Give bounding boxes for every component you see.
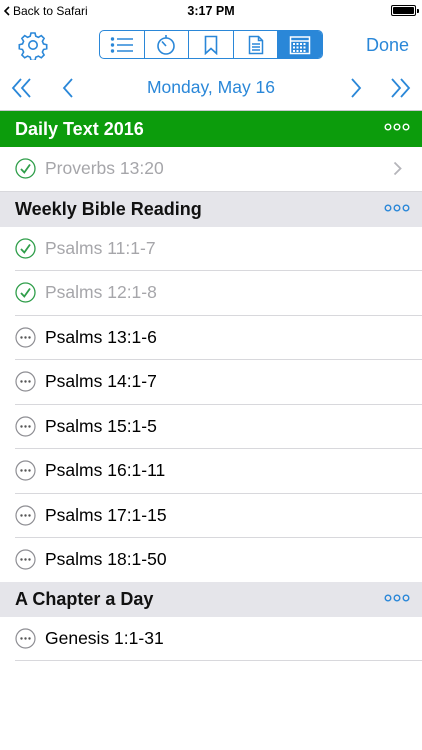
document-icon (248, 35, 263, 54)
pending-dots-icon (15, 460, 36, 481)
segment-list[interactable] (100, 31, 145, 58)
timer-icon (157, 34, 176, 55)
segment-calendar[interactable] (278, 31, 322, 58)
last-page-icon[interactable] (388, 76, 412, 100)
status-time: 3:17 PM (187, 4, 235, 18)
more-options-icon[interactable] (384, 204, 410, 212)
list-item[interactable]: Psalms 18:1-50 (15, 538, 422, 582)
item-label: Genesis 1:1-31 (45, 627, 164, 648)
segment-bookmark[interactable] (189, 31, 234, 58)
item-label: Psalms 16:1-11 (45, 460, 166, 481)
item-label: Psalms 13:1-6 (45, 326, 157, 347)
section-title: Weekly Bible Reading (15, 198, 202, 219)
next-day-icon[interactable] (343, 76, 367, 100)
done-button[interactable]: Done (366, 35, 409, 56)
item-label: Psalms 15:1-5 (45, 415, 157, 436)
list-item[interactable]: Genesis 1:1-31 (15, 617, 422, 661)
list-item[interactable]: Psalms 16:1-11 (15, 449, 422, 494)
list-item[interactable]: Psalms 15:1-5 (15, 405, 422, 449)
gear-icon[interactable] (18, 30, 48, 60)
calendar-icon (289, 35, 311, 54)
status-bar: Back to Safari 3:17 PM (0, 0, 422, 22)
pending-dots-icon (15, 628, 36, 649)
list-item[interactable]: Proverbs 13:20 (0, 147, 422, 192)
pending-dots-icon (15, 327, 36, 348)
list-item[interactable]: Psalms 13:1-6 (15, 316, 422, 360)
pending-dots-icon (15, 505, 36, 526)
list-item[interactable]: Psalms 14:1-7 (15, 360, 422, 405)
section-header-weekly-reading: Weekly Bible Reading (0, 191, 422, 227)
pending-dots-icon (15, 416, 36, 437)
item-label: Psalms 11:1-7 (45, 237, 156, 258)
section-header-chapter-a-day: A Chapter a Day (0, 581, 422, 617)
bookmark-icon (204, 35, 218, 55)
section-title: Daily Text 2016 (15, 118, 144, 139)
pending-dots-icon (15, 549, 36, 570)
item-label: Psalms 17:1-15 (45, 504, 167, 525)
date-navigator: Monday, May 16 (0, 66, 422, 111)
segment-timer[interactable] (145, 31, 190, 58)
list-icon (110, 36, 133, 53)
segment-document[interactable] (234, 31, 279, 58)
more-options-icon[interactable] (384, 594, 410, 602)
item-label: Proverbs 13:20 (45, 158, 164, 179)
list-item[interactable]: Psalms 17:1-15 (15, 494, 422, 538)
checkmark-circle-icon (15, 158, 36, 179)
item-label: Psalms 14:1-7 (45, 371, 157, 392)
section-header-daily-text: Daily Text 2016 (0, 111, 422, 147)
list-item[interactable]: Psalms 12:1-8 (15, 271, 422, 316)
list-item[interactable]: Psalms 11:1-7 (15, 227, 422, 271)
checkmark-circle-icon (15, 282, 36, 303)
view-segmented-control (99, 30, 323, 59)
more-options-icon[interactable] (384, 123, 410, 131)
pending-dots-icon (15, 371, 36, 392)
section-title: A Chapter a Day (15, 588, 154, 609)
item-label: Psalms 18:1-50 (45, 549, 167, 570)
checkmark-circle-icon (15, 238, 36, 259)
chevron-right-icon (393, 161, 402, 176)
battery-icon (391, 5, 419, 16)
item-label: Psalms 12:1-8 (45, 282, 157, 303)
toolbar: Done (0, 22, 422, 66)
